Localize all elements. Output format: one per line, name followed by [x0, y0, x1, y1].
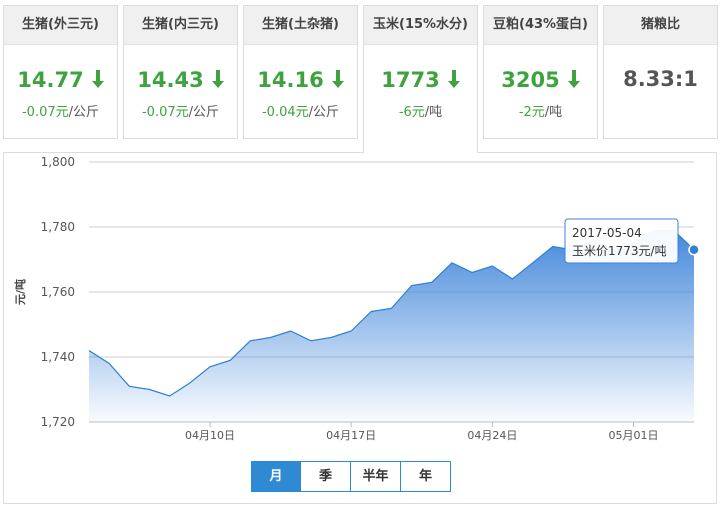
down-arrow-icon	[331, 70, 344, 88]
x-tick-label: 04月24日	[467, 429, 517, 442]
card-title: 猪粮比	[604, 6, 717, 45]
card-price-value: 14.43	[137, 68, 204, 92]
x-tick-label: 04月10日	[185, 429, 235, 442]
data-point[interactable]	[688, 244, 700, 256]
card-title: 生猪(外三元)	[4, 6, 117, 45]
data-point[interactable]	[107, 362, 111, 366]
data-point[interactable]	[168, 394, 172, 398]
y-axis-label: 元/吨	[13, 279, 27, 305]
data-point[interactable]	[490, 264, 494, 268]
data-point[interactable]	[531, 261, 535, 265]
card-change-value: -2元	[518, 105, 545, 120]
card-change: -0.07元/公斤	[4, 101, 117, 120]
card-change: -0.07元/公斤	[124, 101, 237, 120]
card-change-unit: /公斤	[308, 105, 340, 120]
data-point[interactable]	[410, 284, 414, 288]
card-title: 生猪(内三元)	[124, 6, 237, 45]
card-change-unit: /公斤	[68, 105, 100, 120]
chart-svg: 1,720 1,740 1,760 1,780 1,800 元/吨 04月10日 04月17日…	[13, 155, 700, 442]
tab-quarter[interactable]: 季	[300, 461, 351, 492]
data-point[interactable]	[289, 329, 293, 333]
data-point[interactable]	[511, 277, 515, 281]
data-point[interactable]	[430, 280, 434, 284]
data-point[interactable]	[329, 336, 333, 340]
price-cards: 生猪(外三元) 14.77 -0.07元/公斤 生猪(内三元) 14.43 -0…	[3, 5, 719, 153]
card-title: 玉米(15%水分)	[364, 6, 477, 45]
card-price: 14.16	[244, 67, 357, 93]
tooltip: 2017-05-04 玉米价1773元/吨	[564, 218, 679, 264]
card-price: 14.43	[124, 67, 237, 93]
tab-year[interactable]: 年	[400, 461, 451, 492]
data-point[interactable]	[269, 336, 273, 340]
card-soymeal[interactable]: 豆粕(43%蛋白) 3205 -2元/吨	[483, 5, 598, 139]
y-tick-label: 1,780	[41, 220, 75, 234]
card-change: -6元/吨	[364, 101, 477, 120]
data-point[interactable]	[551, 245, 555, 249]
y-tick-label: 1,740	[41, 350, 75, 364]
card-pig-grain-ratio[interactable]: 猪粮比 8.33:1	[603, 5, 718, 139]
card-price-value: 14.16	[257, 68, 324, 92]
y-tick-label: 1,800	[41, 155, 75, 169]
data-point[interactable]	[309, 339, 313, 343]
card-change: -2元/吨	[484, 101, 597, 120]
card-change-value: -0.07元	[141, 105, 189, 120]
card-change-value: -0.04元	[261, 105, 309, 120]
data-point[interactable]	[390, 306, 394, 310]
card-pig-inner[interactable]: 生猪(内三元) 14.43 -0.07元/公斤	[123, 5, 238, 139]
x-tick-label: 05月01日	[609, 429, 659, 442]
card-change-unit: /吨	[424, 105, 443, 120]
data-point[interactable]	[148, 388, 152, 392]
card-price-value: 1773	[381, 68, 440, 92]
tooltip-date: 2017-05-04	[572, 226, 642, 240]
card-change: -0.04元/公斤	[244, 101, 357, 120]
data-point[interactable]	[127, 384, 131, 388]
data-point[interactable]	[228, 358, 232, 362]
card-title: 生猪(土杂猪)	[244, 6, 357, 45]
data-point[interactable]	[470, 271, 474, 275]
card-price: 3205	[484, 67, 597, 93]
data-point[interactable]	[87, 349, 91, 353]
card-change-value: -6元	[398, 105, 425, 120]
range-tabs: 月 季 半年 年	[251, 461, 451, 492]
down-arrow-icon	[91, 70, 104, 88]
tab-month[interactable]: 月	[251, 461, 301, 492]
card-change-unit: /吨	[544, 105, 563, 120]
card-pig-outer[interactable]: 生猪(外三元) 14.77 -0.07元/公斤	[3, 5, 118, 139]
down-arrow-icon	[567, 70, 580, 88]
y-tick-label: 1,720	[41, 415, 75, 429]
tooltip-value: 玉米价1773元/吨	[572, 244, 667, 258]
data-point[interactable]	[349, 329, 353, 333]
down-arrow-icon	[211, 70, 224, 88]
x-tick-label: 04月17日	[326, 429, 376, 442]
data-point[interactable]	[248, 339, 252, 343]
card-price-value: 3205	[501, 68, 560, 92]
data-point[interactable]	[450, 261, 454, 265]
card-price: 14.77	[4, 67, 117, 93]
card-corn[interactable]: 玉米(15%水分) 1773 -6元/吨	[363, 5, 478, 153]
card-price-value: 14.77	[17, 68, 84, 92]
card-pig-local[interactable]: 生猪(土杂猪) 14.16 -0.04元/公斤	[243, 5, 358, 139]
card-change-unit: /公斤	[188, 105, 220, 120]
card-price: 1773	[364, 67, 477, 93]
card-title: 豆粕(43%蛋白)	[484, 6, 597, 45]
data-point[interactable]	[208, 365, 212, 369]
down-arrow-icon	[447, 70, 460, 88]
data-point[interactable]	[188, 381, 192, 385]
card-change-value: -0.07元	[21, 105, 69, 120]
price-chart: 1,720 1,740 1,760 1,780 1,800 元/吨 04月10日 04月17日…	[3, 152, 717, 504]
tab-half-year[interactable]: 半年	[350, 461, 401, 492]
data-point[interactable]	[369, 310, 373, 314]
y-tick-label: 1,760	[41, 285, 75, 299]
ratio-value: 8.33:1	[623, 67, 698, 91]
